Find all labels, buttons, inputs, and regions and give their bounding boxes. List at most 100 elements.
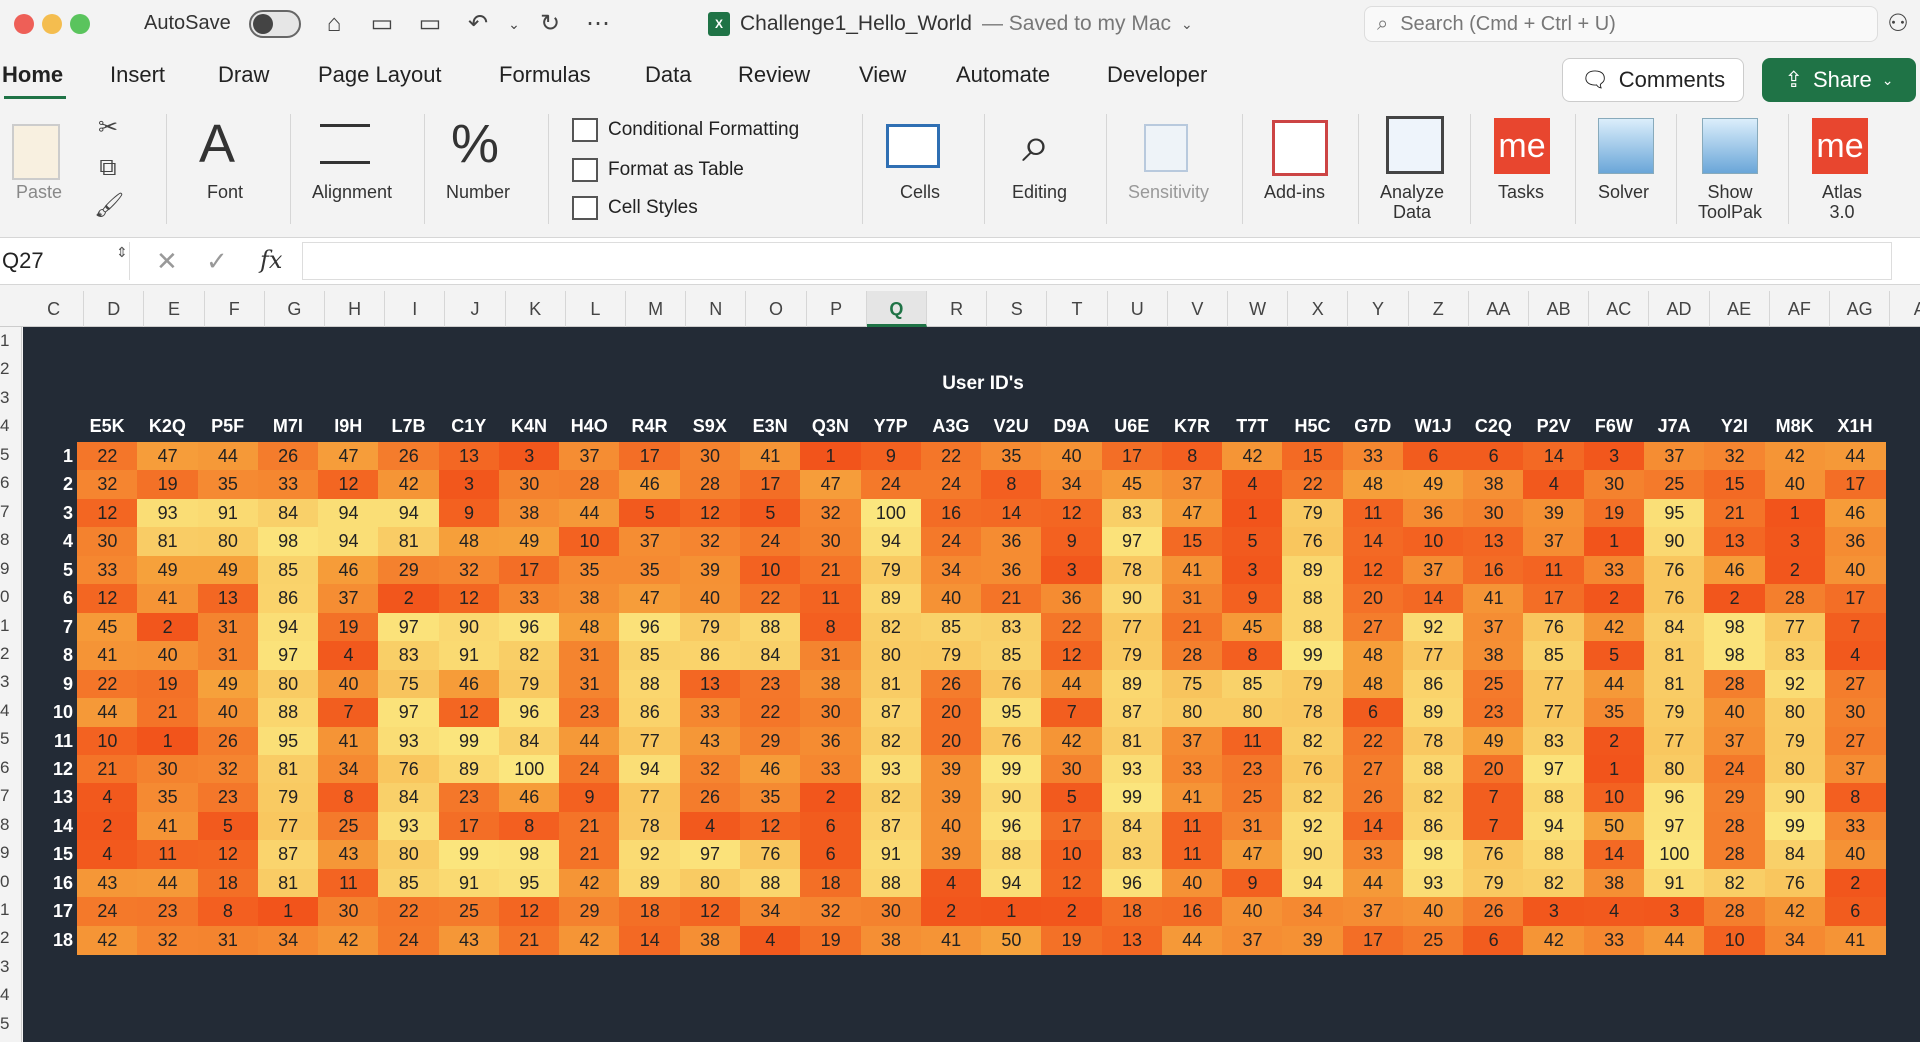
name-box-stepper-icon[interactable]: ⇕ xyxy=(116,244,128,261)
heatmap-cell[interactable]: 28 xyxy=(679,470,741,500)
heatmap-cell[interactable]: 88 xyxy=(1402,754,1464,784)
heatmap-cell[interactable]: 84 xyxy=(498,726,560,756)
heatmap-cell[interactable]: 33 xyxy=(257,470,319,500)
heatmap-cell[interactable]: 10 xyxy=(1583,783,1645,813)
heatmap-cell[interactable]: 35 xyxy=(559,555,620,585)
heatmap-cell[interactable]: 16 xyxy=(920,498,982,528)
heatmap-cell[interactable]: 11 xyxy=(318,868,379,898)
heatmap-cell[interactable]: 27 xyxy=(1824,726,1886,756)
heatmap-cell[interactable]: 97 xyxy=(378,612,440,642)
heatmap-cell[interactable]: 76 xyxy=(1523,612,1585,642)
heatmap-cell[interactable]: 25 xyxy=(1463,669,1524,699)
heatmap-cell[interactable]: 3 xyxy=(1764,527,1826,557)
column-header[interactable]: H xyxy=(325,291,386,327)
heatmap-cell[interactable]: 76 xyxy=(1282,754,1344,784)
heatmap-cell[interactable]: 41 xyxy=(137,811,199,841)
heatmap-cell[interactable]: 48 xyxy=(438,527,500,557)
heatmap-cell[interactable]: 21 xyxy=(77,754,138,784)
heatmap-cell[interactable]: 9 xyxy=(1222,868,1283,898)
heatmap-cell[interactable]: 82 xyxy=(860,612,922,642)
editing-group[interactable]: ⌕ Editing xyxy=(994,108,1114,230)
heatmap-cell[interactable]: 78 xyxy=(1101,555,1163,585)
heatmap-cell[interactable]: 5 xyxy=(1222,527,1283,557)
heatmap-cell[interactable]: 5 xyxy=(739,498,801,528)
column-header[interactable]: W xyxy=(1228,291,1289,327)
heatmap-cell[interactable]: 23 xyxy=(1222,754,1283,784)
heatmap-cell[interactable]: 41 xyxy=(739,442,801,471)
heatmap-cell[interactable]: 46 xyxy=(619,470,681,500)
heatmap-cell[interactable]: 29 xyxy=(378,555,440,585)
save-icon[interactable]: ▭ xyxy=(368,10,396,38)
heatmap-cell[interactable]: 89 xyxy=(1101,669,1163,699)
heatmap-cell[interactable]: 5 xyxy=(197,811,259,841)
heatmap-cell[interactable]: 49 xyxy=(1463,726,1524,756)
heatmap-cell[interactable]: 97 xyxy=(1101,527,1163,557)
heatmap-cell[interactable]: 17 xyxy=(1101,442,1163,471)
heatmap-cell[interactable]: 80 xyxy=(378,840,440,870)
heatmap-cell[interactable]: 2 xyxy=(1704,584,1766,614)
format-as-table-button[interactable]: Format as Table xyxy=(572,158,744,182)
heatmap-cell[interactable]: 12 xyxy=(77,498,138,528)
heatmap-cell[interactable]: 6 xyxy=(1463,925,1524,955)
heatmap-cell[interactable]: 92 xyxy=(1282,811,1344,841)
heatmap-cell[interactable]: 17 xyxy=(739,470,801,500)
heatmap-cell[interactable]: 46 xyxy=(1704,555,1766,585)
row-header[interactable]: 3 xyxy=(0,388,22,408)
heatmap-cell[interactable]: 36 xyxy=(800,726,861,756)
column-header[interactable]: I xyxy=(385,291,446,327)
heatmap-cell[interactable]: 28 xyxy=(1704,840,1766,870)
heatmap-cell[interactable]: 79 xyxy=(1101,641,1163,671)
heatmap-cell[interactable]: 41 xyxy=(1161,783,1223,813)
heatmap-cell[interactable]: 38 xyxy=(800,669,861,699)
heatmap-cell[interactable]: 34 xyxy=(920,555,982,585)
heatmap-cell[interactable]: 80 xyxy=(1222,698,1283,727)
heatmap-cell[interactable]: 40 xyxy=(920,811,982,841)
heatmap-cell[interactable]: 37 xyxy=(1824,754,1886,784)
heatmap-cell[interactable]: 30 xyxy=(77,527,138,557)
heatmap-cell[interactable]: 89 xyxy=(1402,698,1464,727)
number-group[interactable]: % Number xyxy=(434,108,544,230)
column-header[interactable]: D xyxy=(84,291,145,327)
heatmap-cell[interactable]: 83 xyxy=(981,612,1042,642)
heatmap-cell[interactable]: 44 xyxy=(559,498,620,528)
heatmap-cell[interactable]: 12 xyxy=(679,498,741,528)
heatmap-cell[interactable]: 80 xyxy=(257,669,319,699)
heatmap-cell[interactable]: 81 xyxy=(1644,669,1705,699)
heatmap-cell[interactable]: 9 xyxy=(1222,584,1283,614)
heatmap-cell[interactable]: 44 xyxy=(197,442,259,471)
column-header[interactable]: AG xyxy=(1830,291,1891,327)
alignment-group[interactable]: Alignment xyxy=(300,108,430,230)
heatmap-cell[interactable]: 37 xyxy=(1161,726,1223,756)
heatmap-cell[interactable]: 98 xyxy=(1402,840,1464,870)
heatmap-cell[interactable]: 31 xyxy=(197,612,259,642)
heatmap-cell[interactable]: 40 xyxy=(318,669,379,699)
heatmap-cell[interactable]: 4 xyxy=(318,641,379,671)
heatmap-cell[interactable]: 37 xyxy=(1161,470,1223,500)
heatmap-cell[interactable]: 99 xyxy=(438,840,500,870)
heatmap-cell[interactable]: 85 xyxy=(257,555,319,585)
heatmap-cell[interactable]: 42 xyxy=(1764,897,1826,927)
heatmap-cell[interactable]: 39 xyxy=(1523,498,1585,528)
tab-view[interactable]: View xyxy=(859,62,906,88)
heatmap-cell[interactable]: 90 xyxy=(981,783,1042,813)
heatmap-cell[interactable]: 100 xyxy=(860,498,922,528)
heatmap-cell[interactable]: 88 xyxy=(981,840,1042,870)
column-header[interactable]: Z xyxy=(1409,291,1469,327)
heatmap-cell[interactable]: 25 xyxy=(438,897,500,927)
heatmap-cell[interactable]: 19 xyxy=(1041,925,1103,955)
heatmap-cell[interactable]: 40 xyxy=(679,584,741,614)
heatmap-cell[interactable]: 79 xyxy=(1282,669,1344,699)
heatmap-cell[interactable]: 88 xyxy=(739,868,801,898)
heatmap-cell[interactable]: 22 xyxy=(77,442,138,471)
heatmap-cell[interactable]: 78 xyxy=(1282,698,1344,727)
heatmap-cell[interactable]: 88 xyxy=(257,698,319,727)
heatmap-cell[interactable]: 31 xyxy=(197,925,259,955)
heatmap-cell[interactable]: 33 xyxy=(77,555,138,585)
heatmap-cell[interactable]: 4 xyxy=(1222,470,1283,500)
heatmap-cell[interactable]: 76 xyxy=(981,669,1042,699)
heatmap-cell[interactable]: 34 xyxy=(257,925,319,955)
heatmap-cell[interactable]: 2 xyxy=(77,811,138,841)
heatmap-cell[interactable]: 10 xyxy=(77,726,138,756)
column-header[interactable]: L xyxy=(566,291,626,327)
heatmap-cell[interactable]: 91 xyxy=(438,641,500,671)
